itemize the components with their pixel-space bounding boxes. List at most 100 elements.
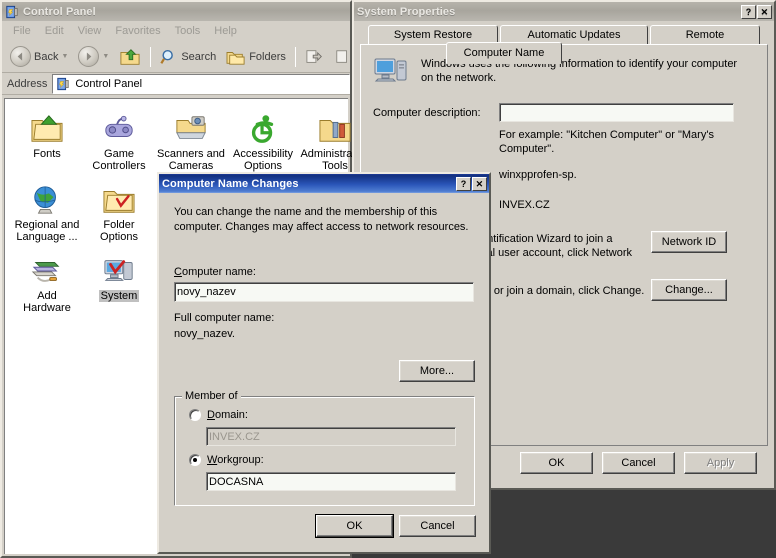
admin-tools-icon bbox=[318, 109, 352, 145]
sysprops-apply-button: Apply bbox=[684, 452, 757, 474]
cnc-ok-button[interactable]: OK bbox=[315, 514, 394, 538]
cp-item-system[interactable]: System bbox=[83, 251, 155, 314]
tab-remote[interactable]: Remote bbox=[650, 25, 760, 44]
intro-line-2: on the network. bbox=[421, 72, 497, 84]
control-panel-titlebar[interactable]: Control Panel bbox=[2, 2, 350, 21]
dialog-intro-line-1: You can change the name and the membersh… bbox=[174, 206, 438, 218]
search-button[interactable]: Search bbox=[156, 46, 220, 68]
folders-label: Folders bbox=[249, 50, 286, 63]
folders-icon bbox=[226, 51, 245, 65]
cp-item-label: Regional and Language ... bbox=[14, 219, 80, 243]
cp-item-add-hardware[interactable]: Add Hardware bbox=[11, 251, 83, 314]
computer-name-changes-titlebar[interactable]: Computer Name Changes ? ✕ bbox=[159, 174, 489, 193]
scanner-camera-icon bbox=[174, 109, 208, 145]
back-arrow-icon bbox=[10, 46, 31, 67]
views-icon bbox=[336, 49, 347, 63]
computer-name-changes-title: Computer Name Changes bbox=[162, 177, 299, 190]
forward-dropdown-icon[interactable]: ▼ bbox=[102, 53, 109, 60]
domain-value: INVEX.CZ bbox=[209, 430, 260, 443]
address-value: Control Panel bbox=[75, 77, 143, 90]
cp-item-game-controllers[interactable]: Game Controllers bbox=[83, 109, 155, 172]
control-panel-icon bbox=[6, 5, 18, 18]
control-panel-title: Control Panel bbox=[23, 5, 96, 18]
help-button[interactable]: ? bbox=[741, 4, 756, 19]
domain-input: INVEX.CZ bbox=[206, 427, 456, 446]
workgroup-value: DOCASNA bbox=[209, 475, 264, 488]
address-input[interactable]: Control Panel bbox=[52, 73, 350, 94]
cp-item-regional-and-language[interactable]: Regional and Language ... bbox=[11, 180, 83, 243]
fonts-folder-icon bbox=[30, 109, 64, 145]
system-properties-titlebar[interactable]: System Properties ? ✕ bbox=[354, 2, 774, 21]
address-bar: Address Control Panel bbox=[2, 73, 350, 95]
domain-radio-label: Domain: bbox=[207, 409, 248, 421]
cp-item-label: Game Controllers bbox=[92, 148, 146, 172]
network-id-button-label: Network ID bbox=[661, 236, 717, 248]
dialog-intro-line-2: computer. Changes may affect access to n… bbox=[174, 221, 469, 233]
system-icon bbox=[102, 251, 136, 287]
cp-item-label: System bbox=[98, 290, 140, 302]
member-of-label: Member of bbox=[182, 390, 241, 402]
cp-item-folder-options[interactable]: Folder Options bbox=[83, 180, 155, 243]
computer-description-input[interactable] bbox=[499, 103, 734, 122]
tab-label: System Restore bbox=[393, 29, 473, 41]
full-computer-name-value: winxpprofen-sp. bbox=[499, 169, 577, 181]
menu-tools[interactable]: Tools bbox=[168, 23, 208, 39]
back-dropdown-icon[interactable]: ▼ bbox=[61, 53, 68, 60]
tab-label: Automatic Updates bbox=[527, 29, 621, 41]
computer-name-value: novy_nazev bbox=[177, 286, 236, 298]
cp-item-scanners-and-cameras[interactable]: Scanners and Cameras bbox=[155, 109, 227, 172]
more-button[interactable]: More... bbox=[399, 360, 475, 382]
up-button[interactable] bbox=[115, 45, 145, 69]
domain-radio[interactable]: Domain: bbox=[189, 409, 248, 421]
back-label: Back bbox=[34, 50, 59, 63]
change-button[interactable]: Change... bbox=[651, 279, 727, 301]
close-icon[interactable]: ✕ bbox=[757, 4, 772, 19]
close-icon[interactable]: ✕ bbox=[472, 176, 487, 191]
up-folder-icon bbox=[120, 48, 140, 65]
menu-edit[interactable]: Edit bbox=[38, 23, 71, 39]
full-computer-name-label: Full computer name: bbox=[174, 312, 275, 324]
address-label: Address bbox=[7, 77, 48, 90]
apply-button-label: Apply bbox=[706, 457, 735, 469]
sysprops-cancel-button[interactable]: Cancel bbox=[602, 452, 675, 474]
control-panel-toolbar: Back ▼ ▼ Search Folders bbox=[2, 41, 350, 73]
tab-label: Remote bbox=[685, 29, 725, 41]
change-text: er or join a domain, click Change. bbox=[481, 285, 645, 297]
desktop: Control Panel File Edit View Favorites T… bbox=[0, 0, 776, 558]
cancel-button-label: Cancel bbox=[420, 520, 455, 532]
help-button[interactable]: ? bbox=[456, 176, 471, 191]
workgroup-radio[interactable]: Workgroup: bbox=[189, 454, 264, 466]
cp-item-fonts[interactable]: Fonts bbox=[11, 109, 83, 172]
back-button[interactable]: Back ▼ bbox=[6, 44, 72, 69]
cp-item-label: Fonts bbox=[33, 148, 61, 160]
search-icon bbox=[160, 49, 174, 64]
move-to-folder-icon bbox=[306, 49, 322, 63]
cp-item-label: Add Hardware bbox=[23, 290, 71, 314]
workgroup-radio-icon bbox=[189, 454, 201, 466]
menu-help[interactable]: Help bbox=[207, 23, 244, 39]
member-of-groupbox: Member of Domain: INVEX.CZ Workgroup: DO… bbox=[174, 390, 475, 506]
folders-button[interactable]: Folders bbox=[222, 46, 290, 68]
control-panel-menubar: File Edit View Favorites Tools Help bbox=[2, 21, 350, 41]
cancel-button-label: Cancel bbox=[621, 457, 656, 469]
forward-button[interactable]: ▼ bbox=[74, 44, 113, 69]
sysprops-ok-button[interactable]: OK bbox=[520, 452, 593, 474]
menu-favorites[interactable]: Favorites bbox=[108, 23, 167, 39]
accessibility-icon bbox=[246, 109, 280, 145]
cp-item-accessibility-options[interactable]: Accessibility Options bbox=[227, 109, 299, 172]
cp-item-label: Scanners and Cameras bbox=[157, 148, 225, 172]
forward-arrow-icon bbox=[78, 46, 100, 67]
tab-computer-name[interactable]: Computer Name bbox=[446, 42, 562, 64]
full-computer-name-value: novy_nazev. bbox=[174, 328, 235, 340]
example-line-1: For example: "Kitchen Computer" or "Mary… bbox=[499, 129, 714, 141]
menu-view[interactable]: View bbox=[71, 23, 109, 39]
computer-name-input[interactable]: novy_nazev bbox=[174, 282, 474, 302]
cnc-cancel-button[interactable]: Cancel bbox=[399, 515, 476, 537]
computer-name-changes-dialog: Computer Name Changes ? ✕ You can change… bbox=[157, 172, 491, 554]
toolbar-separator-2 bbox=[294, 46, 296, 67]
move-to-button[interactable] bbox=[301, 46, 329, 68]
menu-file[interactable]: File bbox=[6, 23, 38, 39]
example-line-2: Computer". bbox=[499, 143, 555, 155]
network-id-button[interactable]: Network ID bbox=[651, 231, 727, 253]
workgroup-input[interactable]: DOCASNA bbox=[206, 472, 456, 491]
